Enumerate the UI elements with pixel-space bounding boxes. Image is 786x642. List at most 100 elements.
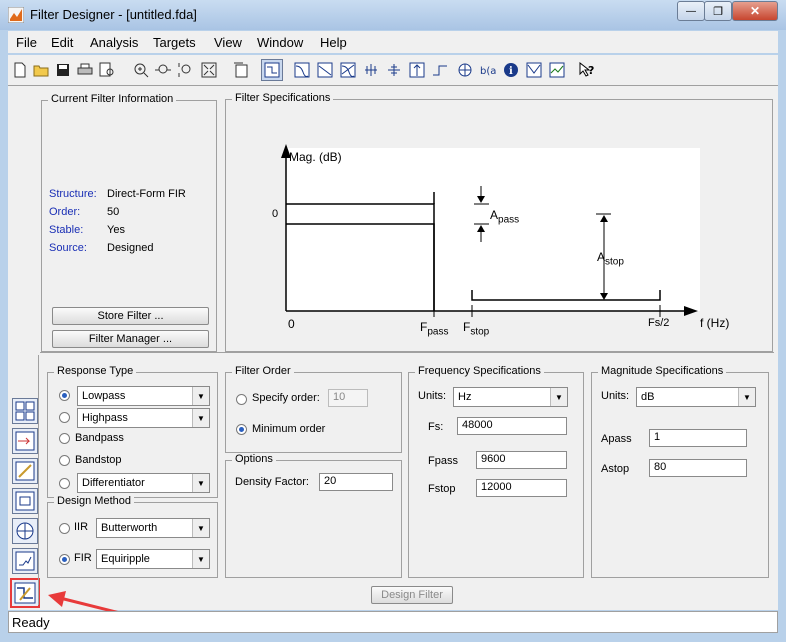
menu-analysis[interactable]: Analysis [90,35,138,50]
open-icon[interactable] [32,61,50,79]
fs2-label: Fs/2 [648,317,670,329]
group-delay-icon[interactable] [362,61,380,79]
sidebar-pole-zero-editor-button[interactable] [12,458,38,484]
fpass-label: Fpass [420,320,448,337]
highpass-radio[interactable] [59,412,70,423]
fstop-input[interactable]: 12000 [476,479,567,497]
legend-icon[interactable] [548,61,566,79]
impulse-response-icon[interactable] [408,61,426,79]
svg-text:?: ? [588,64,594,77]
multirate-icon [15,551,35,571]
iir-radio[interactable] [59,523,70,534]
apass-input[interactable]: 1 [649,429,747,447]
filter-specs-icon[interactable] [261,59,283,81]
iir-select[interactable]: Butterworth ▼ [96,518,210,538]
save-icon[interactable] [54,61,72,79]
sidebar-transform-filter-button[interactable] [12,398,38,424]
menu-view[interactable]: View [214,35,242,50]
design-filter-button[interactable]: Design Filter [371,586,453,604]
print-preview-icon[interactable] [98,61,116,79]
fir-select[interactable]: Equiripple ▼ [96,549,210,569]
cost-icon[interactable] [525,61,543,79]
bandstop-radio[interactable] [59,455,70,466]
new-icon[interactable] [11,61,29,79]
coefficients-icon[interactable]: b(a) [479,61,497,79]
x-zero-label: 0 [288,317,295,331]
mag-units-select[interactable]: dB ▼ [636,387,756,407]
status-bar: Ready [8,611,778,633]
fs-label: Fs: [428,421,444,433]
highpass-select[interactable]: Highpass ▼ [77,408,210,428]
lowpass-radio[interactable] [59,390,70,401]
store-filter-button[interactable]: Store Filter ... [52,307,209,325]
step-response-icon[interactable] [431,61,449,79]
panel-title: Design Method [54,495,134,507]
filter-spec-diagram [281,144,700,317]
current-filter-info-panel: Current Filter Information Structure: Di… [41,93,217,352]
magnitude-response-icon[interactable] [293,61,311,79]
freq-units-select[interactable]: Hz ▼ [453,387,568,407]
zoom-y-icon[interactable] [176,61,194,79]
window-title: Filter Designer - [untitled.fda] [30,7,197,22]
info-icon[interactable]: i [502,61,520,79]
astop-subscript: stop [605,256,624,268]
sidebar-import-filter-button[interactable] [12,518,38,544]
pole-zero-icon[interactable] [456,61,474,79]
full-view-icon[interactable] [200,61,218,79]
chevron-down-icon: ▼ [550,388,567,406]
new-figure-icon[interactable] [232,61,250,79]
specify-order-radio[interactable] [236,394,247,405]
fs-input[interactable]: 48000 [457,417,567,435]
menu-help[interactable]: Help [320,35,347,50]
fir-radio[interactable] [59,554,70,565]
matlab-app-icon [8,7,24,23]
sidebar-convert-structure-button[interactable] [12,428,38,454]
x-axis-label: f (Hz) [700,316,730,330]
response-type-panel: Response Type Lowpass ▼ Highpass ▼ Bandpas… [47,365,218,498]
structure-label: Structure: [49,188,97,200]
design-filter-icon [14,582,36,604]
sidebar-design-filter-button[interactable] [10,578,40,608]
realize-model-icon [15,491,35,511]
iir-value: Butterworth [101,522,158,534]
svg-text:i: i [509,66,513,77]
mag-units-value: dB [641,391,655,403]
specify-order-input[interactable]: 10 [328,389,368,407]
differentiator-select[interactable]: Differentiator ▼ [77,473,210,493]
apass-subscript: pass [498,214,520,226]
astop-symbol: A [597,250,606,264]
filter-manager-button[interactable]: Filter Manager ... [52,330,209,348]
menu-targets[interactable]: Targets [153,35,196,50]
minimum-order-label: Minimum order [252,423,326,435]
menu-file[interactable]: File [16,35,37,50]
close-button[interactable]: ✕ [732,1,778,21]
menu-edit[interactable]: Edit [51,35,73,50]
sidebar-multirate-button[interactable] [12,548,38,574]
minimum-order-radio[interactable] [236,424,247,435]
options-panel: Options Density Factor: 20 [225,453,402,578]
lowpass-select[interactable]: Lowpass ▼ [77,386,210,406]
restore-button[interactable]: ❐ [704,1,732,21]
density-factor-input[interactable]: 20 [319,473,393,491]
whats-this-icon[interactable]: ? [578,61,596,79]
zoom-x-icon[interactable] [154,61,172,79]
print-icon[interactable] [76,61,94,79]
order-value: 50 [107,206,120,218]
differentiator-radio[interactable] [59,478,70,489]
zoom-in-icon[interactable] [132,61,150,79]
minimize-icon: — [686,5,696,17]
astop-field-label: Astop [601,463,630,475]
minimize-button[interactable]: — [677,1,705,21]
fpass-field-label: Fpass [428,455,458,467]
title-bar: Filter Designer - [untitled.fda] — ❐ ✕ [0,0,786,30]
phase-response-icon[interactable] [316,61,334,79]
fpass-input[interactable]: 9600 [476,451,567,469]
phase-delay-icon[interactable] [385,61,403,79]
chevron-down-icon: ▼ [192,387,209,405]
chevron-down-icon: ▼ [192,474,209,492]
sidebar-realize-model-button[interactable] [12,488,38,514]
astop-input[interactable]: 80 [649,459,747,477]
menu-window[interactable]: Window [257,35,303,50]
mag-phase-icon[interactable] [339,61,357,79]
bandpass-radio[interactable] [59,433,70,444]
